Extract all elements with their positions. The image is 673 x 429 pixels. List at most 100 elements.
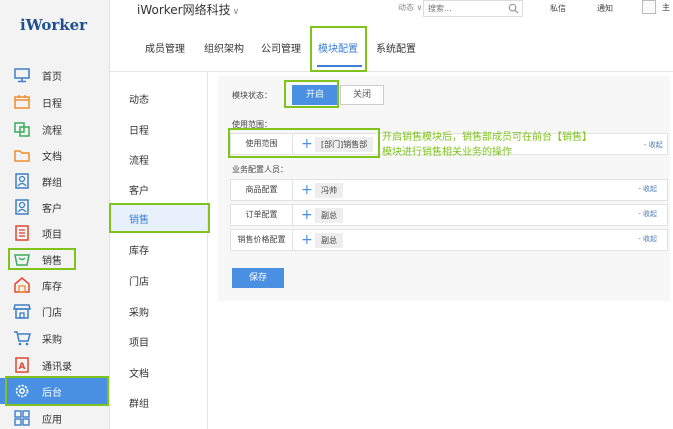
scope-tag[interactable]: [部门]销售部 <box>315 137 374 152</box>
contacts-icon: A <box>15 357 29 373</box>
sidebar-item-label: 采购 <box>42 335 62 346</box>
sidebar-item-label: 通讯录 <box>42 362 72 373</box>
person-tag[interactable]: 冯帅 <box>315 183 343 198</box>
subnav-item-sales[interactable]: 销售 <box>110 203 207 231</box>
subnav-label: 采购 <box>129 308 149 319</box>
subnav-label: 项目 <box>129 338 149 349</box>
tab-module-config[interactable]: 模块配置 <box>318 40 358 55</box>
config-heading: 业务配置人员： <box>232 165 288 174</box>
tab-system-config[interactable]: 系统配置 <box>376 40 416 55</box>
sidebar-item-label: 日程 <box>42 99 62 110</box>
subnav-item[interactable]: 采购 <box>110 296 207 324</box>
sidebar-item-sales[interactable]: 销售 <box>0 246 108 272</box>
save-button[interactable]: 保存 <box>232 268 284 288</box>
add-person-icon[interactable]: + <box>301 206 313 224</box>
subnav-item[interactable]: 文档 <box>110 357 207 385</box>
admin-tabs: 成员管理 组织架构 公司管理 模块配置 系统配置 <box>110 22 673 72</box>
subnav-item[interactable]: 流程 <box>110 144 207 172</box>
scope-row-label: 使用范围 <box>231 134 293 154</box>
subnav-item[interactable]: 门店 <box>110 265 207 293</box>
person-tag[interactable]: 副总 <box>315 233 343 248</box>
warehouse-icon <box>14 277 30 293</box>
sidebar-item-flow[interactable]: 流程 <box>0 116 108 142</box>
subnav-label: 群组 <box>129 399 149 410</box>
company-switcher[interactable]: iWorker网络科技 ∨ <box>137 1 239 18</box>
add-person-icon[interactable]: + <box>301 181 313 199</box>
sidebar-item-label: 流程 <box>42 126 62 137</box>
person-tag[interactable]: 副总 <box>315 208 343 223</box>
scope-heading: 使用范围： <box>232 120 272 129</box>
collapse-link[interactable]: - 收起 <box>638 184 657 194</box>
flow-icon <box>14 122 30 137</box>
sidebar-item-label: 销售 <box>42 256 62 267</box>
annotation-note: 开启销售模块后，销售部成员可在前台【销售】 模块进行销售相关业务的操作 <box>382 130 644 160</box>
subnav-label: 库存 <box>129 246 149 257</box>
sidebar-item-label: 应用 <box>42 415 62 426</box>
subnav-item[interactable]: 客户 <box>110 174 207 202</box>
config-row-label: 商品配置 <box>231 180 293 200</box>
module-subnav: 动态 日程 流程 客户 销售 库存 门店 采购 项目 文档 群组 <box>110 72 208 429</box>
sidebar-item-docs[interactable]: 文档 <box>0 142 108 168</box>
scope-collapse-link[interactable]: - 收起 <box>644 140 663 150</box>
module-status-label: 模块状态： <box>232 91 272 100</box>
subnav-item[interactable]: 项目 <box>110 326 207 354</box>
active-tab-indicator <box>317 65 362 67</box>
annotation-line: 开启销售模块后，销售部成员可在前台【销售】 <box>382 132 592 143</box>
sales-module-settings: 模块状态： 开启 关闭 使用范围： 使用范围 + [部门]销售部 业务配置人员：… <box>218 76 670 301</box>
subnav-label: 动态 <box>129 95 149 106</box>
subnav-item[interactable]: 动态 <box>110 83 207 111</box>
sidebar-item-schedule[interactable]: 日程 <box>0 89 108 115</box>
config-row-label: 订单配置 <box>231 205 293 225</box>
add-person-icon[interactable]: + <box>301 231 313 249</box>
tab-members[interactable]: 成员管理 <box>145 40 185 55</box>
top-bar: iWorker网络科技∨ 动态 ∨ 私信 通知 主 <box>110 0 673 20</box>
sidebar-item-projects[interactable]: 项目 <box>0 220 108 246</box>
store-icon <box>13 304 31 319</box>
sidebar-item-customers[interactable]: 客户 <box>0 194 108 220</box>
sidebar-item-home[interactable]: 首页 <box>0 62 108 88</box>
enable-button[interactable]: 开启 <box>292 85 338 105</box>
sidebar-item-contacts[interactable]: A 通讯录 <box>0 352 108 378</box>
subnav-label: 文档 <box>129 369 149 380</box>
main-sidebar: iWorker 首页 日程 流程 文档 群组 客户 项目 销售 库存 门店 采购… <box>0 0 110 429</box>
sidebar-item-inventory[interactable]: 库存 <box>0 272 108 298</box>
sidebar-item-purchase[interactable]: 采购 <box>0 325 108 351</box>
config-row-product: 商品配置 + 冯帅 - 收起 <box>230 179 668 201</box>
subnav-item[interactable]: 群组 <box>110 387 207 415</box>
tab-org-structure[interactable]: 组织架构 <box>204 40 244 55</box>
config-row-price: 销售价格配置 + 副总 - 收起 <box>230 229 668 251</box>
sidebar-item-label: 门店 <box>42 308 62 319</box>
search-icon[interactable] <box>508 3 519 14</box>
notifications-link[interactable]: 通知 <box>597 3 613 14</box>
user-menu-label[interactable]: 主 <box>662 2 670 13</box>
search-input[interactable] <box>424 1 504 16</box>
collapse-link[interactable]: - 收起 <box>638 234 657 244</box>
subnav-label: 流程 <box>129 156 149 167</box>
subnav-label: 销售 <box>129 215 149 226</box>
sidebar-item-label: 首页 <box>42 72 62 83</box>
apps-grid-icon <box>14 410 30 426</box>
sidebar-item-label: 后台 <box>42 388 62 399</box>
sidebar-item-apps[interactable]: 应用 <box>0 405 108 429</box>
add-scope-icon[interactable]: + <box>301 135 313 153</box>
tab-company[interactable]: 公司管理 <box>261 40 301 55</box>
subnav-item[interactable]: 库存 <box>110 234 207 262</box>
subnav-item[interactable]: 日程 <box>110 114 207 142</box>
subnav-label: 客户 <box>129 186 149 197</box>
avatar[interactable] <box>642 0 656 14</box>
subnav-label: 日程 <box>129 126 149 137</box>
monitor-icon <box>14 68 30 83</box>
sidebar-item-label: 客户 <box>42 204 62 215</box>
sidebar-item-groups[interactable]: 群组 <box>0 168 108 194</box>
sidebar-item-stores[interactable]: 门店 <box>0 298 108 324</box>
sidebar-item-label: 文档 <box>42 152 62 163</box>
collapse-link[interactable]: - 收起 <box>638 209 657 219</box>
disable-button[interactable]: 关闭 <box>340 85 384 105</box>
messages-link[interactable]: 私信 <box>550 3 566 14</box>
project-icon <box>15 225 29 241</box>
sidebar-item-admin[interactable]: 后台 <box>0 378 108 404</box>
basket-icon <box>14 254 30 266</box>
calendar-icon <box>14 95 30 109</box>
annotation-line: 模块进行销售相关业务的操作 <box>382 147 512 158</box>
subnav-label: 门店 <box>129 277 149 288</box>
